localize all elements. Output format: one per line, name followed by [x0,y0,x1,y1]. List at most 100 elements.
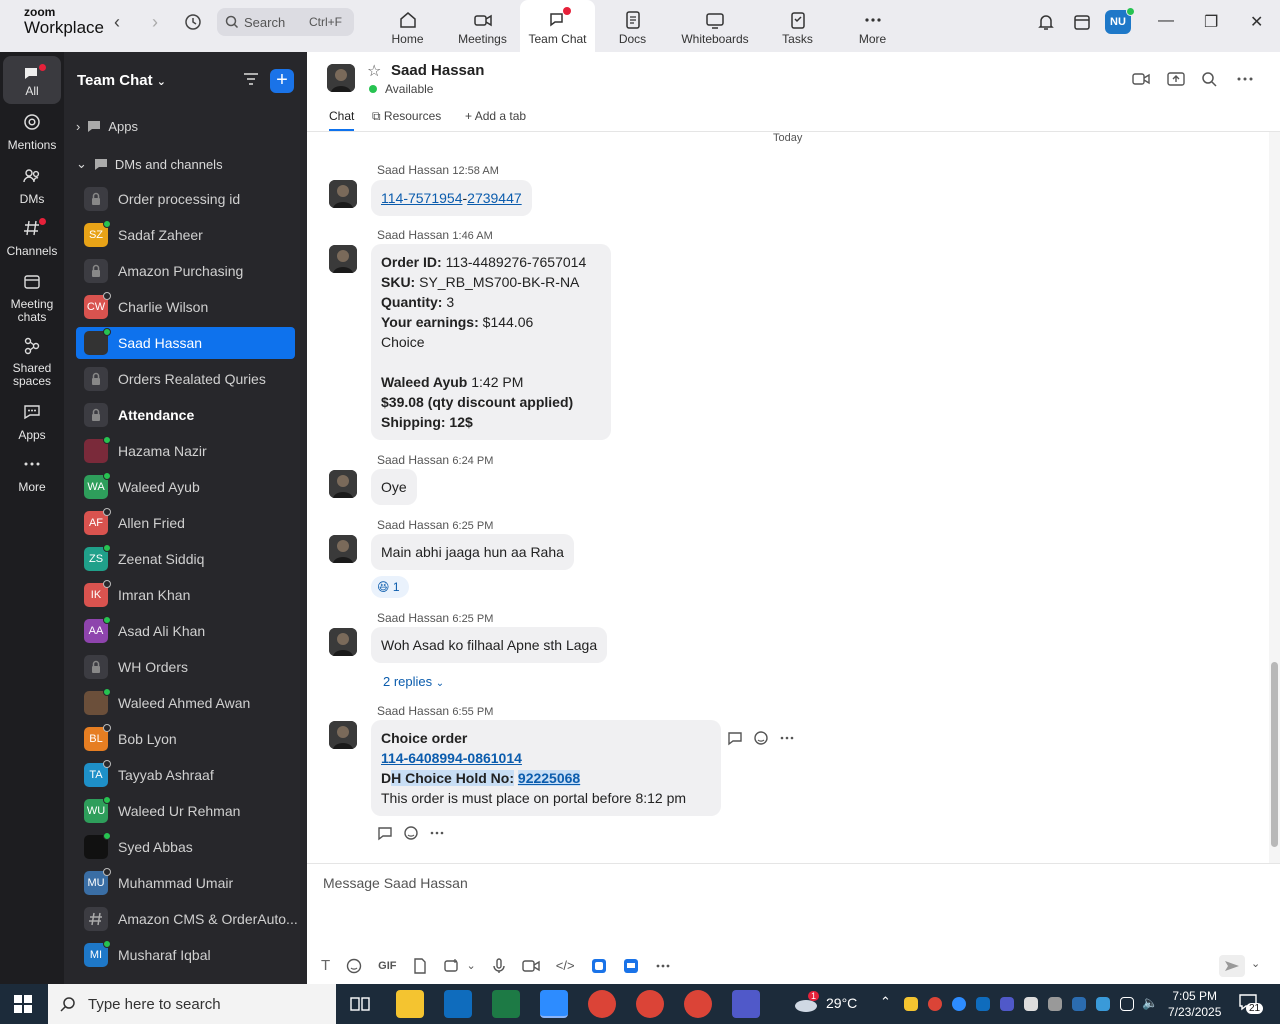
avatar[interactable] [329,721,357,749]
outlook-icon[interactable] [444,990,472,1018]
forward-arrow-icon[interactable]: › [152,12,158,33]
microphone-icon[interactable] [492,957,506,974]
rail-all[interactable]: All [3,56,61,104]
file-explorer-icon[interactable] [396,990,424,1018]
sidebar-item[interactable]: WH Orders [76,651,295,683]
more-dots-icon[interactable] [655,958,671,974]
avatar[interactable] [327,64,355,92]
tab-chat[interactable]: Chat [329,109,355,131]
sidebar-item[interactable]: Amazon CMS & OrderAuto... [76,903,298,935]
search-input[interactable]: Search Ctrl+F [217,8,354,36]
sidebar-item[interactable]: SZ Sadaf Zaheer [76,219,295,251]
tab-resources[interactable]: ⧉ Resources [372,109,441,124]
emoji-icon[interactable] [403,825,419,841]
restore-button[interactable]: ❐ [1204,12,1218,32]
replies-link[interactable]: 2 replies ⌄ [383,674,444,689]
scrollbar[interactable] [1269,132,1280,863]
message-input[interactable]: Message Saad Hassan [323,875,468,891]
sidebar-item[interactable]: WA Waleed Ayub [76,471,295,503]
order-link[interactable]: 114-7571954 [381,190,462,206]
chevron-down-icon[interactable]: ⌄ [467,959,476,972]
rail-meeting-chats[interactable]: Meeting chats [3,272,61,324]
share-screen-icon[interactable] [1167,71,1185,87]
tray-icon[interactable] [1024,997,1038,1011]
emoji-icon[interactable] [753,730,769,746]
avatar[interactable] [329,180,357,208]
code-snippet-icon[interactable]: </> [556,958,575,973]
app-icon[interactable] [623,958,639,974]
sidebar-item[interactable]: MU Muhammad Umair [76,867,295,899]
teams-icon[interactable] [732,990,760,1018]
taskbar-clock[interactable]: 7:05 PM 7/23/2025 [1168,988,1221,1020]
chevron-down-icon[interactable]: ⌄ [1251,957,1260,970]
history-icon[interactable] [183,12,203,32]
avatar[interactable] [329,470,357,498]
sidebar-item[interactable]: TA Tayyab Ashraaf [76,759,295,791]
rail-shared-spaces[interactable]: Shared spaces [3,336,61,388]
tab-team-chat[interactable]: Team Chat [520,0,595,52]
sidebar-item[interactable]: Amazon Purchasing [76,255,295,287]
order-link[interactable]: 2739447 [467,190,522,206]
rail-apps[interactable]: Apps [3,402,61,442]
tray-icon[interactable] [1048,997,1062,1011]
bell-icon[interactable] [1036,12,1056,32]
sidebar-item[interactable]: AF Allen Fried [76,507,295,539]
excel-icon[interactable] [492,990,520,1018]
star-icon[interactable]: ☆ [367,61,381,81]
sidebar-item[interactable]: BL Bob Lyon [76,723,295,755]
tab-meetings[interactable]: Meetings [445,0,520,52]
sidebar-item[interactable]: Saad Hassan [76,327,295,359]
notification-center[interactable]: 21 [1238,993,1264,1014]
teams-tray-icon[interactable] [1000,997,1014,1011]
more-dots-icon[interactable] [429,825,445,841]
windows-start-icon[interactable] [14,995,32,1013]
volume-muted-icon[interactable]: 🔈 [1142,995,1158,1011]
sidebar-item[interactable]: Syed Abbas [76,831,295,863]
zoom-taskbar-icon[interactable] [540,990,568,1018]
screenshot-icon[interactable] [443,958,459,974]
text-format-icon[interactable]: T [321,957,330,974]
rail-mentions[interactable]: Mentions [3,112,61,152]
outlook-tray-icon[interactable] [976,997,990,1011]
chrome-icon[interactable] [588,990,616,1018]
sidebar-item[interactable]: AA Asad Ali Khan [76,615,295,647]
video-camera-icon[interactable] [1132,71,1150,87]
more-dots-icon[interactable] [779,730,795,746]
app-icon[interactable] [591,958,607,974]
sidebar-item[interactable]: Order processing id [76,183,295,215]
section-dms-channels[interactable]: ⌄ DMs and channels [76,156,223,172]
reaction-chip[interactable]: 😆 1 [371,576,409,598]
user-avatar[interactable]: NU [1105,7,1135,34]
reply-icon[interactable] [727,730,743,746]
scrollbar-thumb[interactable] [1271,662,1278,847]
chevron-up-icon[interactable]: ⌃ [880,994,891,1010]
rail-channels[interactable]: Channels [3,218,61,258]
gif-icon[interactable]: GIF [378,960,396,972]
avatar[interactable] [329,628,357,656]
reply-icon[interactable] [377,825,393,841]
sidebar-item[interactable]: Hazama Nazir [76,435,295,467]
sidebar-item[interactable]: MI Musharaf Iqbal [76,939,295,971]
sidebar-item[interactable]: Orders Realated Quries [76,363,295,395]
hold-number-link[interactable]: 92225068 [517,770,581,786]
sidebar-item[interactable]: CW Charlie Wilson [76,291,295,323]
task-view-icon[interactable] [350,995,370,1013]
close-button[interactable]: ✕ [1250,12,1263,32]
sidebar-item[interactable]: ZS Zeenat Siddiq [76,543,295,575]
order-link[interactable]: 114-6408994-0861014 [381,750,522,766]
new-chat-button[interactable]: + [270,69,294,93]
sidebar-title[interactable]: Team Chat ⌄ [77,72,166,89]
tab-more[interactable]: More [835,0,910,52]
sidebar-item[interactable]: IK Imran Khan [76,579,295,611]
search-icon[interactable] [1201,71,1217,87]
rail-more[interactable]: More [3,454,61,494]
send-button[interactable] [1219,955,1245,977]
tab-add[interactable]: + Add a tab [465,109,526,123]
more-dots-icon[interactable] [1237,71,1253,87]
tab-tasks[interactable]: Tasks [760,0,835,52]
filter-icon[interactable] [242,70,260,88]
file-icon[interactable] [413,957,427,974]
taskbar-search[interactable]: Type here to search [48,984,336,1024]
avatar[interactable] [329,245,357,273]
minimize-button[interactable]: — [1158,12,1174,30]
